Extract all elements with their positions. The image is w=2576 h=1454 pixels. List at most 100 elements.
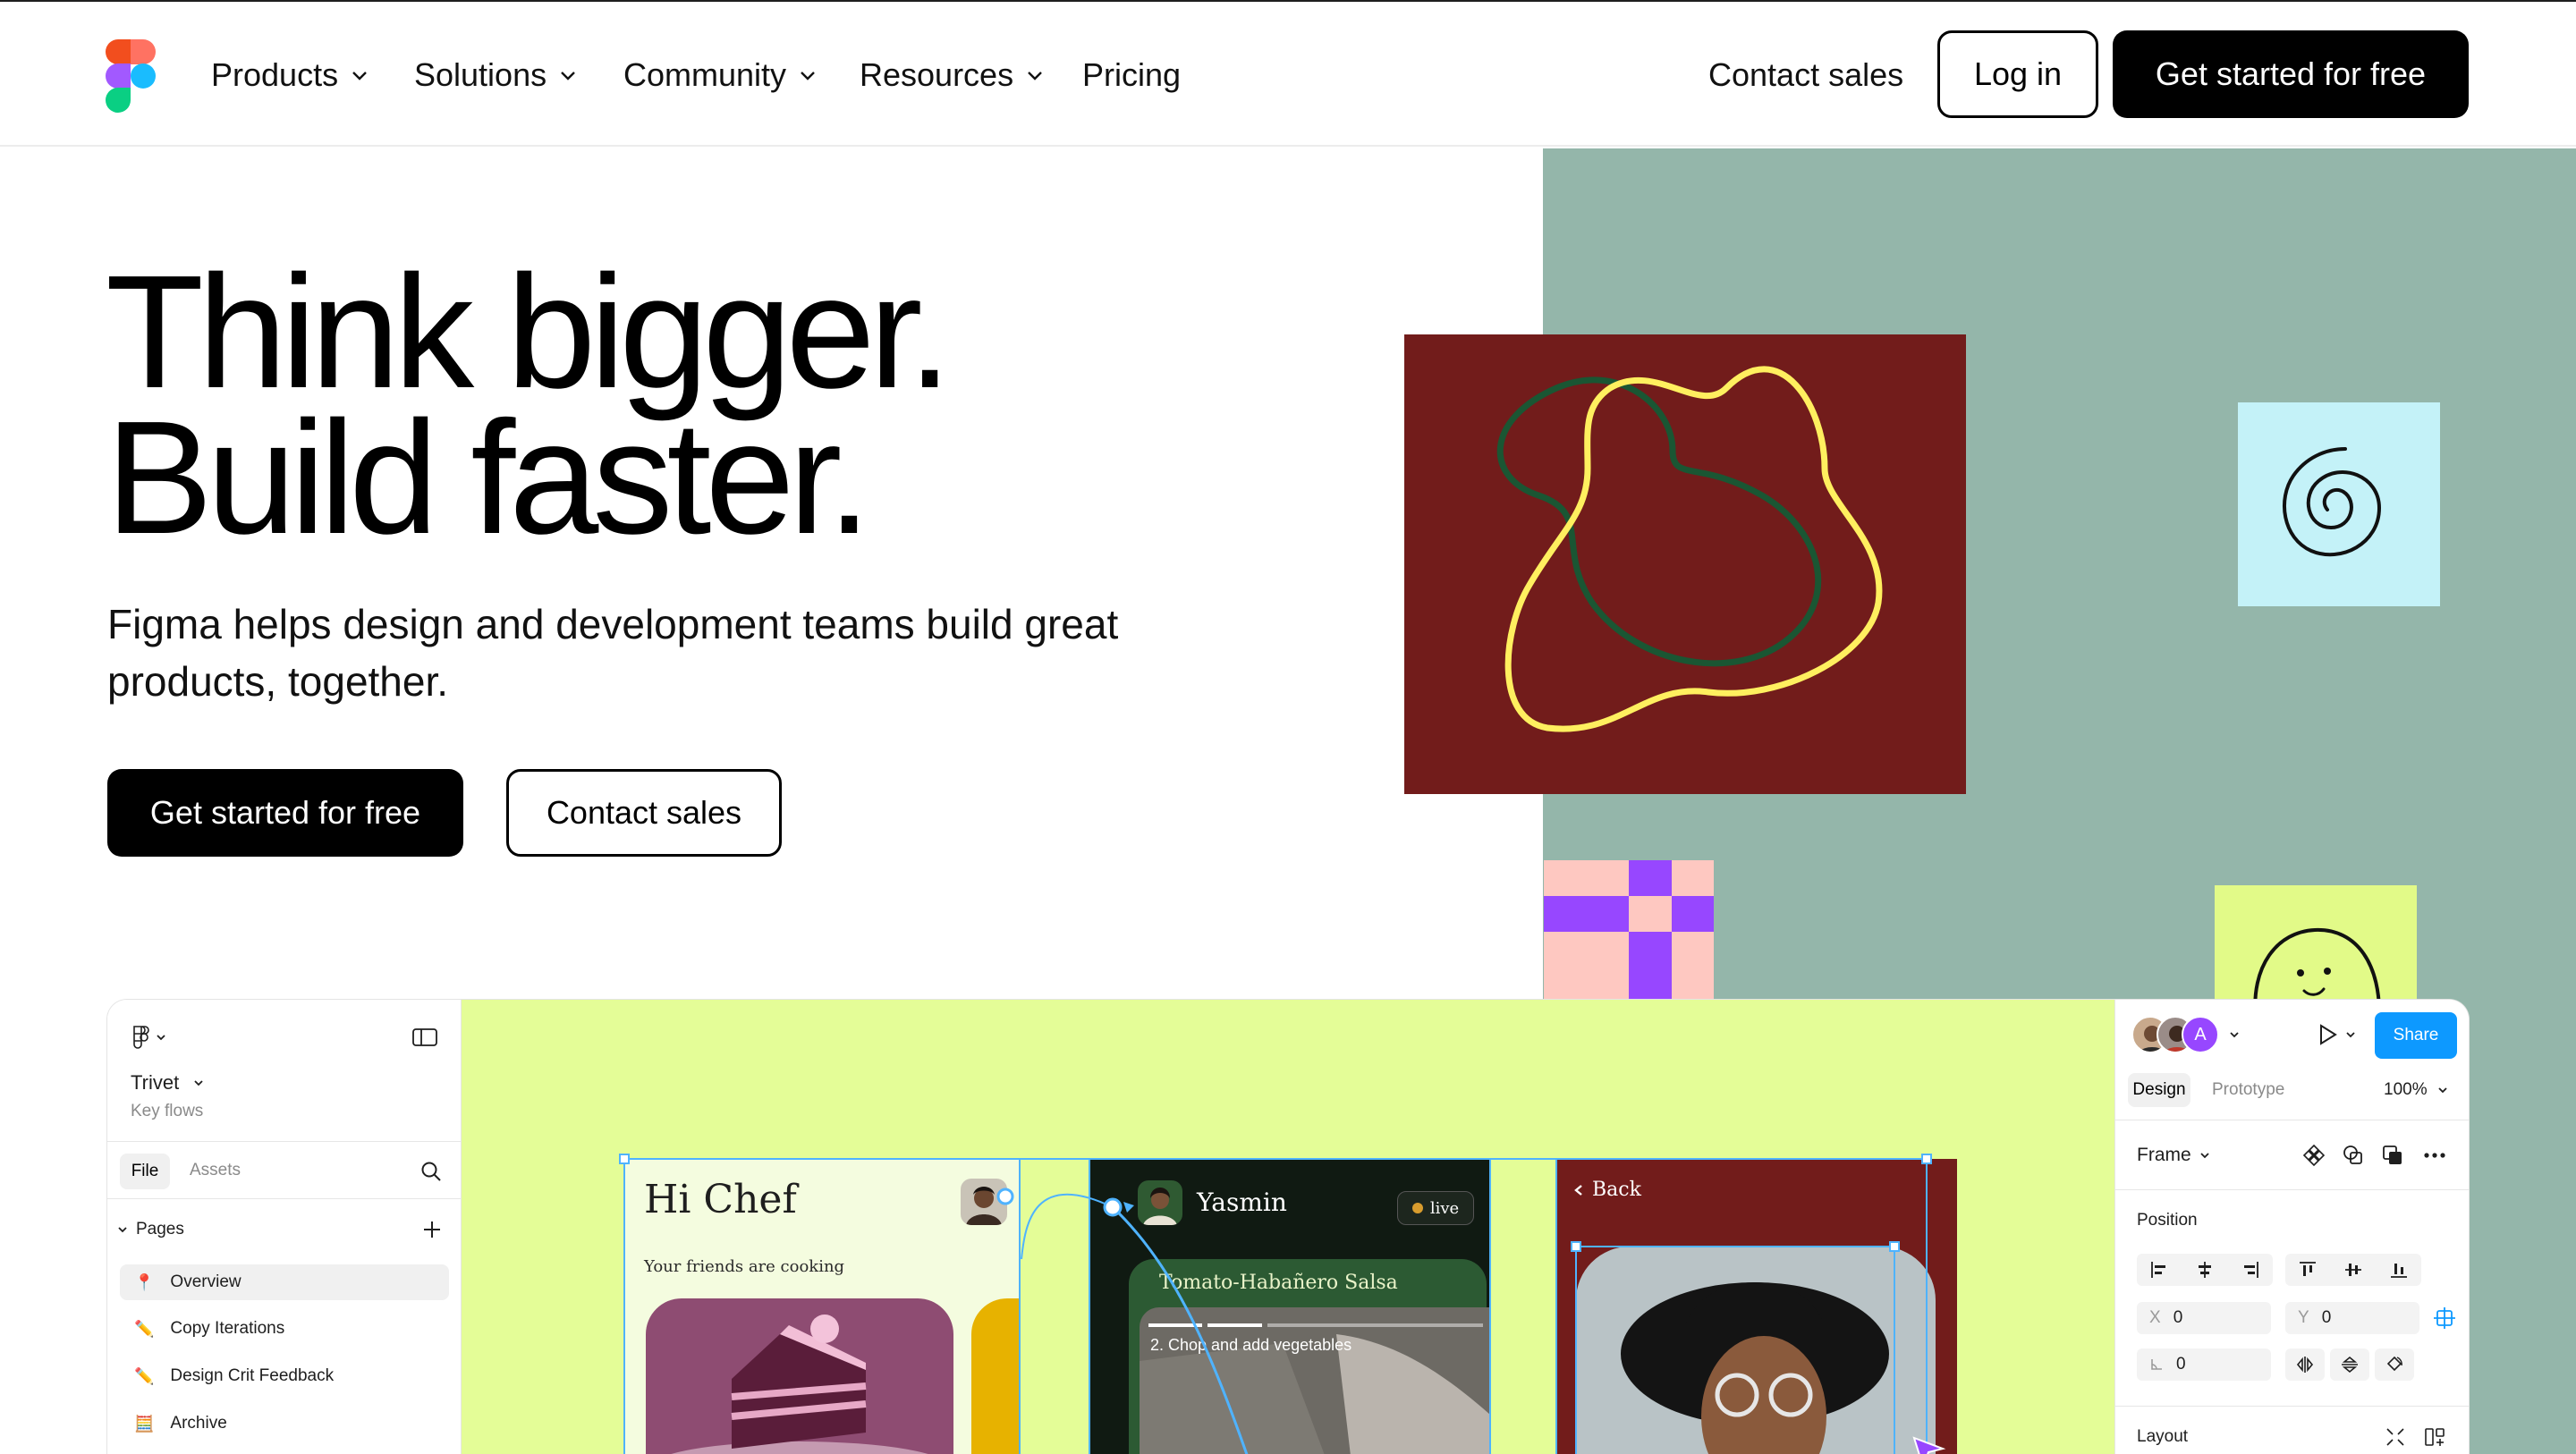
page-item-label: Copy Iterations [170, 1319, 285, 1338]
chevron-down-icon[interactable] [2344, 1028, 2357, 1041]
tab-prototype[interactable]: Prototype [2212, 1080, 2284, 1100]
chevron-down-icon [194, 1080, 203, 1086]
login-button[interactable]: Log in [1937, 30, 2098, 118]
x-field-label: X [2149, 1308, 2161, 1327]
chevron-down-icon [2200, 1153, 2209, 1159]
rotate-icon [2386, 1356, 2402, 1372]
nav-community-label: Community [623, 56, 787, 93]
page-item-archive[interactable]: 🧮 Archive [120, 1406, 449, 1441]
tab-design[interactable]: Design [2128, 1073, 2190, 1107]
position-heading: Position [2137, 1211, 2198, 1230]
tab-design-label: Design [2132, 1080, 2186, 1099]
zoom-value: 100% [2384, 1080, 2428, 1099]
page-item-design-crit-feedback[interactable]: ✏️ Design Crit Feedback [120, 1358, 449, 1394]
collapse-icon[interactable] [2384, 1425, 2407, 1449]
nav-community[interactable]: Community [623, 55, 818, 95]
share-button[interactable]: Share [2375, 1012, 2457, 1059]
pages-heading: Pages [136, 1220, 184, 1238]
main-menu-icon[interactable] [131, 1025, 170, 1050]
tab-assets[interactable]: Assets [190, 1161, 241, 1180]
x-position-field[interactable]: X 0 [2137, 1302, 2271, 1334]
sidebar-toggle-icon[interactable] [411, 1027, 438, 1048]
constraints-icon[interactable] [2432, 1306, 2457, 1331]
top-nav: Products Solutions Community Resources P… [0, 2, 2576, 147]
chevron-down-icon[interactable] [2228, 1028, 2241, 1041]
copy-icon[interactable] [2380, 1143, 2405, 1168]
search-icon[interactable] [419, 1159, 444, 1184]
more-options-icon[interactable] [2421, 1143, 2448, 1168]
page-item-overview[interactable]: 📍 Overview [120, 1264, 449, 1300]
figma-app-preview: Trivet Key flows File Assets Pages 📍 Ove… [107, 1000, 2469, 1454]
mask-icon[interactable] [2341, 1143, 2366, 1168]
chevron-down-icon [118, 1227, 127, 1233]
hero-title-line-2: Build faster. [106, 388, 872, 568]
add-page-icon[interactable] [420, 1218, 444, 1241]
auto-layout-icon[interactable] [2423, 1425, 2446, 1449]
zoom-control[interactable]: 100% [2384, 1080, 2449, 1100]
rotate-button[interactable] [2375, 1348, 2414, 1381]
flip-horizontal-icon [2296, 1357, 2314, 1373]
nav-pricing-label: Pricing [1082, 56, 1182, 93]
file-name-label: Trivet [131, 1071, 180, 1094]
divider [107, 1198, 462, 1199]
page-item-label: Design Crit Feedback [170, 1366, 335, 1385]
login-label: Log in [1973, 55, 2063, 92]
hero-get-started-button[interactable]: Get started for free [107, 769, 463, 857]
align-left-icon[interactable] [2148, 1260, 2170, 1280]
page-item-label: Archive [170, 1414, 227, 1433]
frame-type-selector[interactable]: Frame [2137, 1145, 2211, 1166]
nav-solutions-label: Solutions [414, 56, 547, 93]
hero-contact-sales-label: Contact sales [546, 794, 742, 831]
spiral-icon [2282, 447, 2382, 557]
nav-products[interactable]: Products [211, 55, 370, 95]
tab-file-label: File [131, 1162, 159, 1180]
abacus-icon: 🧮 [134, 1414, 155, 1433]
nav-solutions[interactable]: Solutions [414, 55, 579, 95]
divider [2115, 1189, 2469, 1190]
nav-resources[interactable]: Resources [860, 55, 1046, 95]
y-position-field[interactable]: Y 0 [2285, 1302, 2419, 1334]
file-subtitle: Key flows [131, 1102, 204, 1120]
hero-get-started-label: Get started for free [149, 794, 421, 831]
y-field-value: 0 [2321, 1308, 2332, 1327]
align-center-icon[interactable] [2194, 1260, 2216, 1280]
align-top-icon[interactable] [2297, 1260, 2318, 1280]
component-icon[interactable] [2301, 1143, 2326, 1168]
cursor-icon [1912, 1436, 1946, 1454]
horizontal-align-group [2137, 1254, 2273, 1286]
hero-title-line-1: Think bigger. [106, 242, 953, 422]
align-right-icon[interactable] [2240, 1260, 2261, 1280]
flip-horizontal-button[interactable] [2285, 1348, 2325, 1381]
align-bottom-icon[interactable] [2388, 1260, 2410, 1280]
flip-vertical-icon [2342, 1356, 2358, 1374]
hero-title: Think bigger. Build faster. [106, 242, 953, 568]
selection-overlay [619, 1154, 1932, 1454]
tab-file[interactable]: File [120, 1154, 170, 1189]
nav-pricing[interactable]: Pricing [1082, 55, 1181, 95]
play-icon[interactable] [2314, 1021, 2341, 1048]
chevron-down-icon [1028, 72, 1042, 80]
nav-contact-sales[interactable]: Contact sales [1708, 55, 1903, 95]
file-name[interactable]: Trivet [131, 1071, 206, 1095]
design-canvas[interactable]: Hi Chef Your friends are cooking Yasmin … [462, 1000, 2222, 1454]
y-field-label: Y [2298, 1308, 2309, 1327]
hero-subtitle: Figma helps design and development teams… [107, 601, 1119, 705]
checker-art-card [1544, 860, 1714, 1003]
collaborator-avatar-letter[interactable]: A [2182, 1016, 2219, 1053]
pages-section-header[interactable]: Pages [116, 1220, 184, 1239]
pin-icon: 📍 [134, 1272, 155, 1291]
hero-contact-sales-button[interactable]: Contact sales [506, 769, 782, 857]
pencil-icon: ✏️ [134, 1319, 155, 1338]
figma-logo-icon[interactable] [106, 39, 156, 113]
chevron-down-icon [801, 72, 815, 80]
rotation-value: 0 [2176, 1355, 2186, 1374]
blob-art-card [1404, 334, 1966, 794]
align-middle-icon[interactable] [2343, 1260, 2364, 1280]
page-item-copy-iterations[interactable]: ✏️ Copy Iterations [120, 1311, 449, 1347]
nav-get-started-button[interactable]: Get started for free [2113, 30, 2469, 118]
rotation-field[interactable]: 0 [2137, 1348, 2271, 1381]
pencil-icon: ✏️ [134, 1366, 155, 1385]
flip-vertical-button[interactable] [2330, 1348, 2369, 1381]
page-root: Products Solutions Community Resources P… [0, 0, 2576, 1454]
layers-panel: Trivet Key flows File Assets Pages 📍 Ove… [107, 1000, 462, 1454]
